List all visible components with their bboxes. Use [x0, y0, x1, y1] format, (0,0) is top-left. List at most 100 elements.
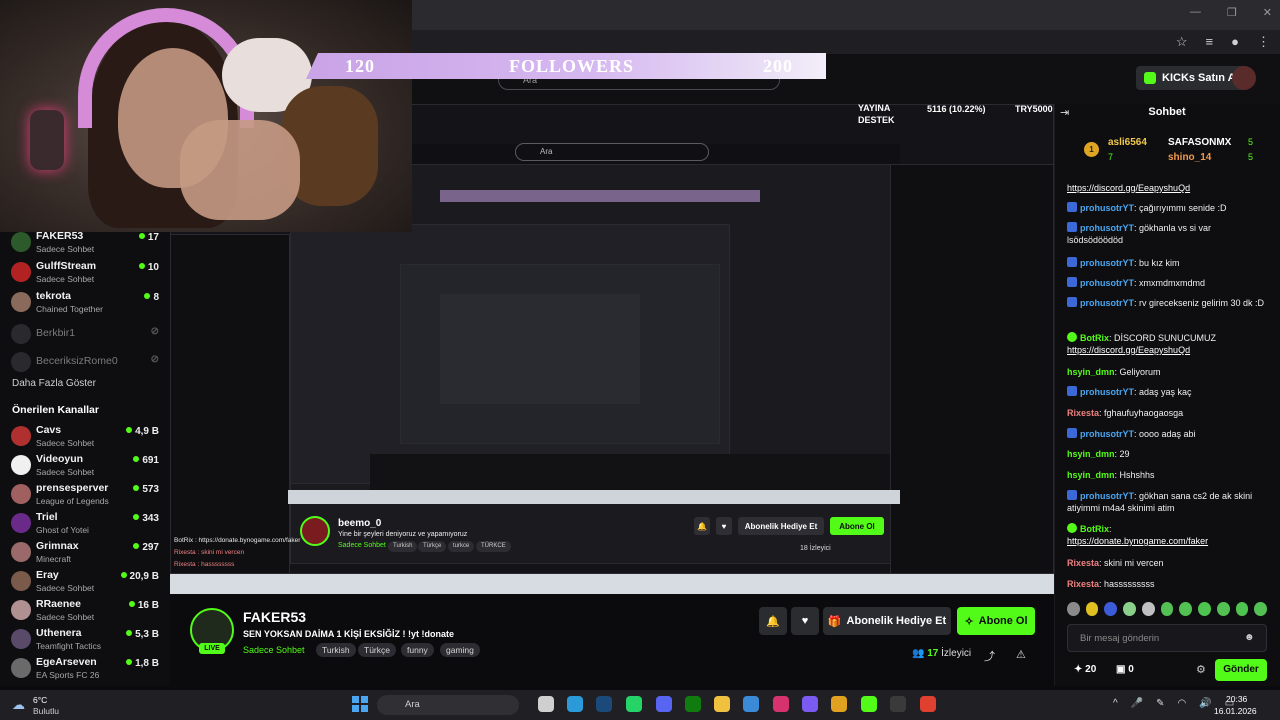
stream-category[interactable]: Sadece Sohbet: [243, 645, 305, 655]
stream-tag[interactable]: gaming: [440, 643, 480, 657]
sidebar-channel[interactable]: tekrota Chained Together 8: [0, 288, 170, 318]
steam-icon[interactable]: [596, 696, 612, 712]
chat-username[interactable]: hsyin_dmn: [1067, 449, 1115, 459]
emote-icon[interactable]: [1104, 602, 1118, 616]
emote-icon[interactable]: [1067, 602, 1080, 616]
chat-username[interactable]: hsyin_dmn: [1067, 470, 1115, 480]
maximize-icon[interactable]: ❐: [1227, 6, 1237, 19]
chest-counter[interactable]: ▣ 0: [1116, 664, 1134, 675]
recommended-channel[interactable]: Grimnax Minecraft 297: [0, 538, 170, 568]
gift-sub-button[interactable]: 🎁 Abonelik Hediye Et: [823, 607, 951, 635]
chat-username[interactable]: prohusotrYT: [1080, 491, 1134, 501]
whatsapp-icon[interactable]: [626, 696, 642, 712]
recommended-channel[interactable]: Triel Ghost of Yotei 343: [0, 509, 170, 539]
report-icon[interactable]: ⚠: [1016, 648, 1026, 661]
sidebar-channel-offline[interactable]: BeceriksizRome0 ⊘: [0, 348, 170, 378]
send-button[interactable]: Gönder: [1215, 659, 1267, 681]
stream-tag[interactable]: Turkish: [316, 643, 356, 657]
recommended-channel[interactable]: Cavs Sadece Sohbet 4,9 B: [0, 422, 170, 452]
chat-username[interactable]: Rixesta: [1067, 408, 1099, 418]
app-icon[interactable]: [802, 696, 818, 712]
recommended-channel[interactable]: Uthenera Teamfight Tactics 5,3 B: [0, 625, 170, 655]
sidebar-channel-offline[interactable]: Berkbir1 ⊘: [0, 320, 170, 350]
follow-heart-button[interactable]: ♥: [791, 607, 819, 635]
chat-username[interactable]: prohusotrYT: [1080, 429, 1134, 439]
recommended-channel[interactable]: EgeArseven EA Sports FC 26 1,8 B: [0, 654, 170, 684]
leader-name[interactable]: asli6564: [1108, 137, 1147, 148]
chat-username[interactable]: hsyin_dmn: [1067, 367, 1115, 377]
close-icon[interactable]: ✕: [1263, 6, 1272, 19]
bookmark-star-icon[interactable]: ☆: [1176, 34, 1188, 50]
chat-link[interactable]: https://donate.bynogame.com/faker: [1067, 536, 1208, 546]
widgets-icon[interactable]: [538, 696, 554, 712]
show-more-link[interactable]: Daha Fazla Göster: [12, 378, 96, 389]
channel-points[interactable]: ✦ 20: [1074, 664, 1096, 675]
recommended-channel[interactable]: Videoyun Sadece Sohbet 691: [0, 451, 170, 481]
volume-icon[interactable]: 🔊: [1199, 698, 1211, 709]
chat-username[interactable]: prohusotrYT: [1080, 258, 1134, 268]
stream-tag[interactable]: Türkçe: [358, 643, 396, 657]
streamer-name[interactable]: FAKER53: [243, 609, 306, 625]
emote-icon[interactable]: [1160, 602, 1174, 616]
chat-message: BotRix: https://donate.bynogame.com/faker: [1067, 523, 1267, 547]
share-icon[interactable]: ⤴: [984, 648, 995, 664]
mic-icon[interactable]: 🎤: [1131, 698, 1143, 709]
viewers-icon: 👥: [912, 648, 925, 659]
emote-icon[interactable]: [1123, 602, 1136, 616]
chevron-up-icon[interactable]: ^: [1113, 698, 1118, 709]
taskbar-search[interactable]: Ara: [377, 695, 519, 715]
user-avatar[interactable]: [1232, 66, 1256, 90]
chat-username[interactable]: Rixesta: [1067, 579, 1099, 589]
emote-icon[interactable]: [1198, 602, 1211, 616]
emote-icon[interactable]: [1235, 602, 1249, 616]
chat-username[interactable]: BotRix: [1080, 333, 1109, 343]
chat-link[interactable]: https://discord.gg/EeapyshuQd: [1067, 183, 1190, 193]
clock-date[interactable]: 16.01.2026: [1214, 706, 1257, 716]
clock-time[interactable]: 20:36: [1226, 694, 1247, 704]
chat-input[interactable]: Bir mesaj gönderin: [1067, 624, 1267, 652]
xbox-icon[interactable]: [685, 696, 701, 712]
subscribe-button[interactable]: ✧ Abone Ol: [957, 607, 1035, 635]
chat-username[interactable]: Rixesta: [1067, 558, 1099, 568]
leader-name[interactable]: shino_14: [1168, 152, 1211, 163]
gear-icon[interactable]: ⚙: [1196, 663, 1206, 676]
copilot-icon[interactable]: [743, 696, 759, 712]
sidebar-channel[interactable]: GulffStream Sadece Sohbet 10: [0, 258, 170, 288]
emote-icon[interactable]: [1085, 602, 1099, 616]
cloud-icon[interactable]: ☁: [12, 697, 25, 713]
sidebar-channel[interactable]: FAKER53 Sadece Sohbet 17: [0, 228, 170, 258]
chat-username[interactable]: prohusotrYT: [1080, 223, 1134, 233]
chrome-icon[interactable]: [831, 696, 847, 712]
chat-link[interactable]: https://discord.gg/EeapyshuQd: [1067, 345, 1190, 355]
kick-icon[interactable]: [861, 696, 877, 712]
start-button[interactable]: [352, 696, 368, 712]
obs-icon[interactable]: [890, 696, 906, 712]
wifi-icon[interactable]: ◠: [1178, 698, 1187, 709]
minimize-icon[interactable]: —: [1190, 6, 1201, 19]
chat-username[interactable]: prohusotrYT: [1080, 298, 1134, 308]
chat-username[interactable]: BotRix: [1080, 524, 1109, 534]
profile-icon[interactable]: ●: [1231, 34, 1239, 50]
folder-icon[interactable]: [714, 696, 730, 712]
recommended-channel[interactable]: Eray Sadece Sohbet 20,9 B: [0, 567, 170, 597]
emote-icon[interactable]: [1216, 602, 1230, 616]
instagram-icon[interactable]: [773, 696, 789, 712]
emoji-icon[interactable]: ☻: [1244, 632, 1255, 643]
notification-bell-button[interactable]: 🔔: [759, 607, 787, 635]
playlist-icon[interactable]: ≡: [1206, 34, 1214, 50]
emote-icon[interactable]: [1179, 602, 1193, 616]
chat-username[interactable]: prohusotrYT: [1080, 278, 1134, 288]
chat-username[interactable]: prohusotrYT: [1080, 203, 1134, 213]
stream-tag[interactable]: funny: [401, 643, 434, 657]
recommended-channel[interactable]: RRaenee Sadece Sohbet 16 B: [0, 596, 170, 626]
chrome-active-icon[interactable]: [920, 696, 936, 712]
leader-name[interactable]: SAFASONMX: [1168, 137, 1231, 148]
chat-username[interactable]: prohusotrYT: [1080, 387, 1134, 397]
emote-icon[interactable]: [1254, 602, 1268, 616]
emote-icon[interactable]: [1141, 602, 1155, 616]
browser-menu-icon[interactable]: ⋮: [1257, 34, 1270, 50]
discord-icon[interactable]: [656, 696, 672, 712]
edge-icon[interactable]: [567, 696, 583, 712]
recommended-channel[interactable]: prensesperver League of Legends 573: [0, 480, 170, 510]
pen-icon[interactable]: ✎: [1156, 698, 1164, 709]
